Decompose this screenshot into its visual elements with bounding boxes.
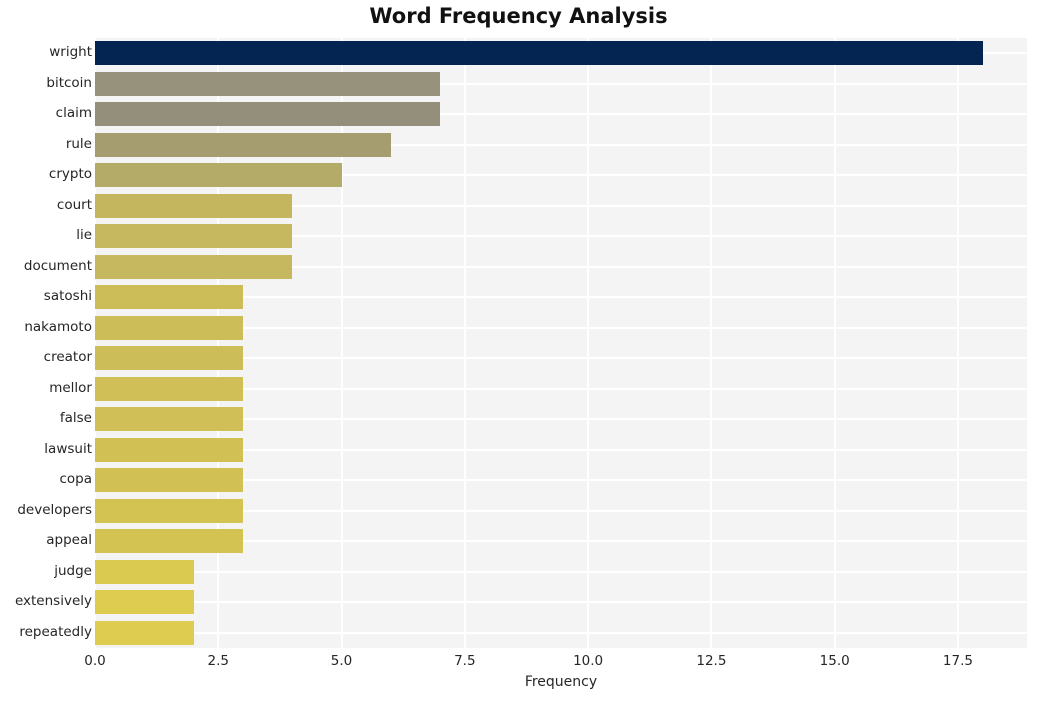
bar-row (95, 407, 1027, 432)
x-tick-label: 12.5 (696, 653, 727, 669)
bar-row (95, 163, 1027, 188)
bar-row (95, 590, 1027, 615)
y-tick-label-document: document (23, 257, 92, 274)
bar-row (95, 315, 1027, 340)
y-tick-label-nakamoto: nakamoto (24, 318, 92, 335)
bar-false (95, 407, 243, 432)
gridline-vertical (217, 38, 220, 648)
bar-row (95, 71, 1027, 96)
gridline-vertical (340, 38, 343, 648)
y-tick-label-judge: judge (54, 562, 92, 579)
bar-row (95, 224, 1027, 249)
bar-satoshi (95, 285, 243, 310)
bar-judge (95, 559, 194, 584)
bar-appeal (95, 529, 243, 554)
y-tick-label-extensively: extensively (14, 593, 92, 610)
bar-row (95, 620, 1027, 645)
bar-row (95, 346, 1027, 371)
gridline-vertical (587, 38, 590, 648)
bar-row (95, 193, 1027, 218)
bar-row (95, 132, 1027, 157)
bar-row (95, 559, 1027, 584)
bar-row (95, 529, 1027, 554)
bar-row (95, 498, 1027, 523)
y-tick-label-copa: copa (59, 471, 92, 488)
y-tick-label-repeatedly: repeatedly (19, 623, 92, 640)
bar-row (95, 285, 1027, 310)
y-tick-label-court: court (56, 196, 92, 213)
bar-mellor (95, 376, 243, 401)
x-tick-label: 10.0 (573, 653, 604, 669)
y-tick-label-lie: lie (76, 227, 92, 244)
y-tick-label-false: false (59, 410, 92, 427)
x-tick-label: 0.0 (84, 653, 106, 669)
gridline-vertical (463, 38, 466, 648)
bar-row (95, 437, 1027, 462)
y-tick-label-developers: developers (17, 501, 92, 518)
y-tick-label-satoshi: satoshi (43, 288, 92, 305)
bar-developers (95, 498, 243, 523)
x-tick-label: 15.0 (819, 653, 850, 669)
y-tick-label-mellor: mellor (49, 379, 92, 396)
bar-row (95, 376, 1027, 401)
y-axis-tick-labels: wright bitcoin claim rule crypto court lie docu… (0, 38, 92, 648)
gridline-vertical (95, 38, 96, 648)
bar-claim (95, 102, 441, 127)
bar-extensively (95, 590, 194, 615)
bar-document (95, 254, 293, 279)
x-axis-label: Frequency (524, 674, 598, 690)
bar-wright (95, 41, 983, 66)
y-tick-label-rule: rule (65, 135, 92, 152)
y-tick-label-lawsuit: lawsuit (44, 440, 92, 457)
bar-row (95, 41, 1027, 66)
bar-repeatedly (95, 620, 194, 645)
x-axis-tick-labels: 0.0 2.5 5.0 7.5 10.0 12.5 15.0 17.5 (84, 648, 1027, 674)
bar-lawsuit (95, 437, 243, 462)
gridline-vertical (710, 38, 713, 648)
gridline-vertical (833, 38, 836, 648)
x-tick-label: 17.5 (942, 653, 973, 669)
x-tick-label: 5.0 (330, 653, 353, 669)
x-tick-label: 2.5 (207, 653, 230, 669)
y-tick-label-appeal: appeal (46, 532, 92, 549)
chart-title: Word Frequency Analysis (369, 4, 668, 28)
gridline-vertical (956, 38, 959, 648)
bar-lie (95, 224, 293, 249)
y-tick-label-bitcoin: bitcoin (46, 74, 92, 91)
bar-court (95, 193, 293, 218)
plot-area (95, 38, 1027, 648)
y-tick-label-claim: claim (55, 105, 92, 122)
y-tick-label-creator: creator (43, 349, 92, 366)
bar-bitcoin (95, 71, 441, 96)
bar-crypto (95, 163, 342, 188)
y-tick-label-crypto: crypto (48, 166, 92, 183)
x-tick-label: 7.5 (454, 653, 476, 669)
chart-figure: Word Frequency Analysis wright bitcoin cla… (0, 0, 1037, 701)
bar-row (95, 254, 1027, 279)
bar-nakamoto (95, 315, 243, 340)
y-tick-label-wright: wright (49, 44, 92, 61)
bar-row (95, 468, 1027, 493)
bar-rule (95, 132, 391, 157)
bar-row (95, 102, 1027, 127)
bar-copa (95, 468, 243, 493)
bar-creator (95, 346, 243, 371)
